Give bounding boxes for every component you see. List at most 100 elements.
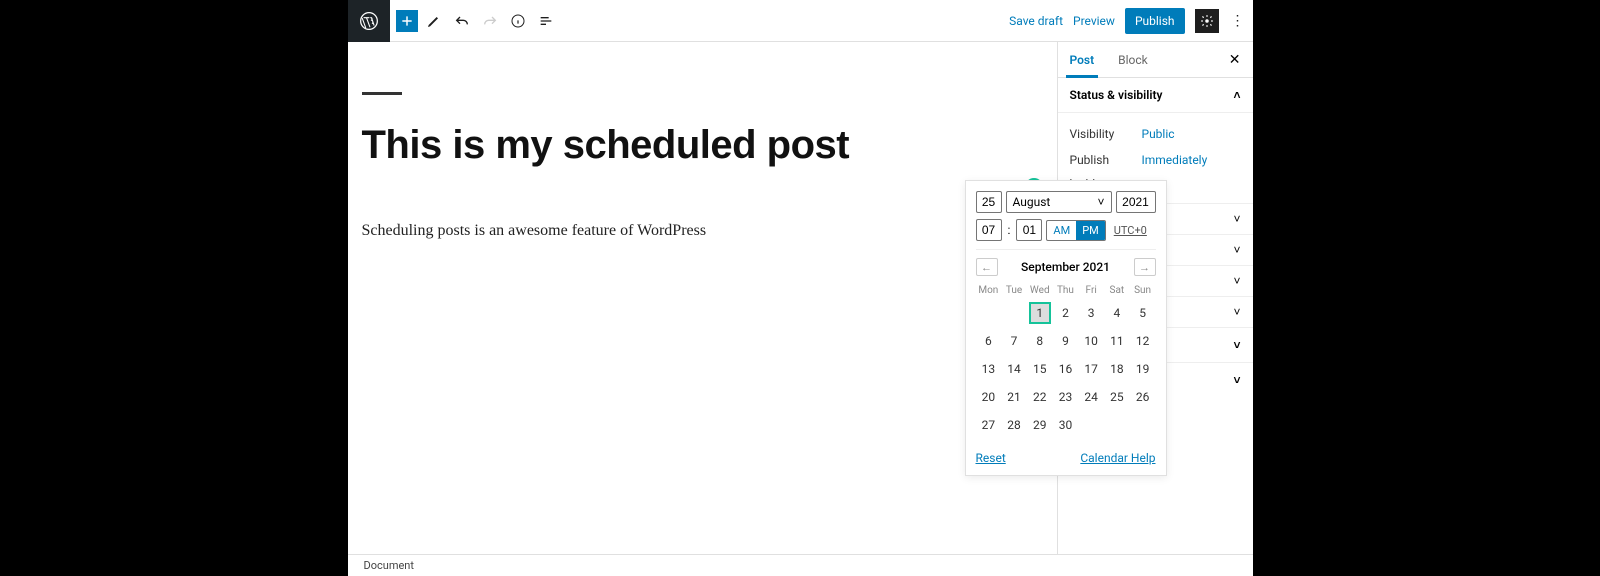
calendar-day[interactable]: 9 [1053,327,1079,355]
editor-canvas[interactable]: This is my scheduled post Scheduling pos… [348,42,1057,554]
calendar-day[interactable]: 3 [1078,299,1104,327]
calendar-dow: Mon [976,282,1002,299]
pm-option[interactable]: PM [1076,221,1105,240]
calendar-day [976,299,1002,327]
date-month-value: August [1013,195,1051,209]
save-draft-button[interactable]: Save draft [1009,14,1063,28]
edit-mode-button[interactable] [422,9,446,33]
redo-button[interactable] [478,9,502,33]
date-day-input[interactable] [976,191,1002,213]
visibility-value[interactable]: Public [1142,127,1175,141]
calendar-day [1104,411,1130,439]
datepicker-popover: August ˅ : AM PM UTC+0 ← September 2021 … [965,180,1167,476]
calendar-day[interactable]: 1 [1027,299,1053,327]
calendar-dow: Thu [1053,282,1079,299]
calendar-day[interactable]: 7 [1001,327,1027,355]
preview-button[interactable]: Preview [1073,14,1115,28]
calendar-day[interactable]: 12 [1130,327,1156,355]
info-button[interactable] [506,9,530,33]
calendar-reset-link[interactable]: Reset [976,451,1006,465]
calendar-day[interactable]: 26 [1130,383,1156,411]
outline-button[interactable] [534,9,558,33]
calendar-day[interactable]: 16 [1053,355,1079,383]
topbar: Save draft Preview Publish ⋮ [348,0,1253,42]
statusbar: Document [348,554,1253,576]
date-year-input[interactable] [1116,191,1156,213]
calendar-week: 12345 [976,299,1156,327]
close-sidebar-button[interactable]: ✕ [1229,52,1241,68]
calendar-help-link[interactable]: Calendar Help [1080,451,1155,465]
calendar-day[interactable]: 21 [1001,383,1027,411]
add-block-button[interactable] [396,10,418,32]
calendar-day[interactable]: 23 [1053,383,1079,411]
calendar-dow: Sun [1130,282,1156,299]
settings-button[interactable] [1195,9,1219,33]
next-month-button[interactable]: → [1134,258,1156,276]
publish-button[interactable]: Publish [1125,8,1185,34]
calendar-dow: Sat [1104,282,1130,299]
calendar-body: 1234567891011121314151617181920212223242… [976,299,1156,439]
calendar-day[interactable]: 28 [1001,411,1027,439]
redo-icon [482,13,498,29]
calendar-day[interactable]: 2 [1053,299,1079,327]
calendar-day[interactable]: 13 [976,355,1002,383]
time-minute-input[interactable] [1016,219,1042,241]
calendar-day[interactable]: 6 [976,327,1002,355]
calendar-day[interactable]: 17 [1078,355,1104,383]
prev-month-button[interactable]: ← [976,258,998,276]
calendar-dow: Tue [1001,282,1027,299]
chevron-down-icon: ˅ [1233,274,1240,288]
tab-block[interactable]: Block [1118,42,1156,77]
wordpress-icon [359,11,379,31]
chevron-down-icon: ˅ [1233,338,1240,352]
calendar-day[interactable]: 4 [1104,299,1130,327]
chevron-down-icon: ˅ [1097,195,1104,209]
more-options-button[interactable]: ⋮ [1229,13,1247,29]
calendar-day[interactable]: 27 [976,411,1002,439]
calendar-day[interactable]: 15 [1027,355,1053,383]
ampm-toggle[interactable]: AM PM [1046,220,1105,241]
wordpress-editor: Save draft Preview Publish ⋮ This is my … [348,0,1253,576]
calendar-day[interactable]: 22 [1027,383,1053,411]
time-colon: : [1006,223,1013,237]
calendar-day[interactable]: 19 [1130,355,1156,383]
tab-post[interactable]: Post [1070,42,1103,77]
post-title[interactable]: This is my scheduled post [362,123,1043,168]
calendar-day[interactable]: 29 [1027,411,1053,439]
publish-row: Publish Immediately [1070,147,1241,173]
undo-button[interactable] [450,9,474,33]
calendar-dow: Fri [1078,282,1104,299]
wordpress-logo[interactable] [348,0,390,42]
chevron-down-icon: ˅ [1233,373,1240,387]
calendar-dow: Wed [1027,282,1053,299]
calendar-day[interactable]: 18 [1104,355,1130,383]
timezone-link[interactable]: UTC+0 [1114,224,1147,237]
publish-value[interactable]: Immediately [1142,153,1208,167]
toolbar-left [390,9,558,33]
date-month-select[interactable]: August ˅ [1006,191,1112,213]
calendar-day[interactable]: 30 [1053,411,1079,439]
calendar-day[interactable]: 20 [976,383,1002,411]
calendar-day[interactable]: 24 [1078,383,1104,411]
calendar-day[interactable]: 11 [1104,327,1130,355]
time-hour-input[interactable] [976,219,1002,241]
list-icon [538,13,554,29]
post-body[interactable]: Scheduling posts is an awesome feature o… [362,222,1043,240]
chevron-up-icon: ˄ [1233,88,1240,102]
gear-icon [1200,14,1214,28]
breadcrumb[interactable]: Document [364,559,414,572]
chevron-down-icon: ˅ [1233,243,1240,257]
calendar-week: 6789101112 [976,327,1156,355]
calendar-day[interactable]: 14 [1001,355,1027,383]
status-visibility-label: Status & visibility [1070,88,1163,102]
calendar-day[interactable]: 25 [1104,383,1130,411]
am-option[interactable]: AM [1047,221,1076,240]
calendar-day [1078,411,1104,439]
status-visibility-header[interactable]: Status & visibility ˄ [1058,78,1253,113]
calendar-week: 27282930 [976,411,1156,439]
calendar-day [1001,299,1027,327]
calendar-day[interactable]: 5 [1130,299,1156,327]
calendar-day[interactable]: 10 [1078,327,1104,355]
calendar-dow-row: MonTueWedThuFriSatSun [976,282,1156,299]
calendar-day[interactable]: 8 [1027,327,1053,355]
